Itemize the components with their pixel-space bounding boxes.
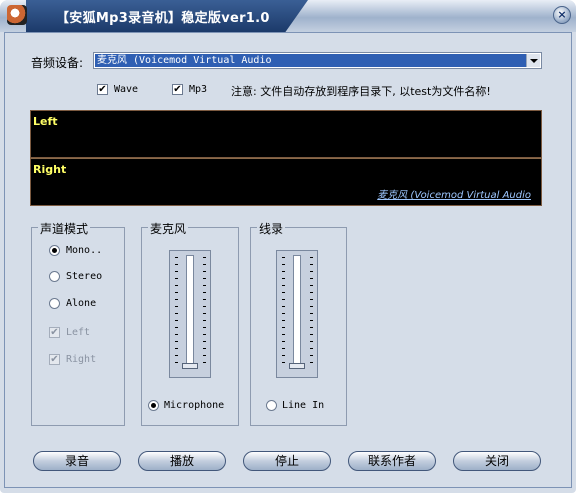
device-select[interactable]: 麦克风 (Voicemod Virtual Audio	[93, 52, 542, 69]
slider-ticks-right	[203, 257, 206, 367]
line-in-volume-slider[interactable]	[276, 250, 318, 378]
slider-groove	[186, 255, 194, 369]
mp3-label: Mp3	[189, 84, 208, 95]
mp3-checkbox[interactable]: ✔	[172, 84, 183, 95]
microphone-title: 麦克风	[148, 220, 189, 237]
line-in-slider-thumb[interactable]	[289, 363, 305, 369]
mono-label: Mono..	[66, 245, 103, 256]
right-meter-label: Right	[33, 163, 67, 176]
chevron-down-icon[interactable]	[526, 54, 540, 67]
close-button[interactable]: 关闭	[453, 451, 541, 471]
stereo-radio[interactable]	[49, 271, 60, 282]
mono-radio[interactable]	[49, 245, 60, 256]
microphone-slider-thumb[interactable]	[182, 363, 198, 369]
alone-radio[interactable]	[49, 298, 60, 309]
left-level-meter: Left	[30, 110, 542, 158]
microphone-radio-label: Microphone	[164, 400, 225, 411]
contact-author-button[interactable]: 联系作者	[348, 451, 436, 471]
app-window: 【安狐Mp3录音机】稳定版ver1.0 × 音频设备: 麦克风 (Voicemo…	[0, 0, 576, 493]
stop-button[interactable]: 停止	[243, 451, 331, 471]
line-in-radio[interactable]	[266, 400, 277, 411]
left-meter-label: Left	[33, 115, 58, 128]
slider-groove	[293, 255, 301, 369]
window-title: 【安狐Mp3录音机】稳定版ver1.0	[56, 11, 270, 26]
slider-ticks-right	[310, 257, 313, 367]
right-channel-checkbox[interactable]: ✔	[49, 354, 60, 365]
play-button[interactable]: 播放	[138, 451, 226, 471]
line-in-title: 线录	[257, 220, 286, 237]
wave-label: Wave	[114, 84, 139, 95]
title-bar[interactable]: 【安狐Mp3录音机】稳定版ver1.0 ×	[0, 0, 576, 32]
right-channel-label: Right	[66, 354, 97, 365]
slider-ticks-left	[175, 257, 178, 367]
channel-mode-title: 声道模式	[38, 220, 91, 237]
device-selected-value: 麦克风 (Voicemod Virtual Audio	[95, 54, 527, 67]
device-label: 音频设备:	[31, 56, 84, 70]
close-window-button[interactable]: ×	[553, 6, 571, 24]
right-level-meter: Right 麦克风 (Voicemod Virtual Audio	[30, 158, 542, 206]
save-notice: 注意: 文件自动存放到程序目录下, 以test为文件名称!	[231, 85, 491, 98]
record-button[interactable]: 录音	[33, 451, 121, 471]
stereo-label: Stereo	[66, 271, 103, 282]
fox-logo-icon[interactable]	[7, 5, 27, 25]
alone-label: Alone	[66, 298, 97, 309]
microphone-radio[interactable]	[148, 400, 159, 411]
slider-ticks-left	[282, 257, 285, 367]
wave-checkbox[interactable]: ✔	[97, 84, 108, 95]
meter-device-name[interactable]: 麦克风 (Voicemod Virtual Audio	[377, 186, 531, 201]
left-channel-label: Left	[66, 327, 91, 338]
left-channel-checkbox[interactable]: ✔	[49, 327, 60, 338]
line-in-radio-label: Line In	[282, 400, 325, 411]
microphone-volume-slider[interactable]	[169, 250, 211, 378]
